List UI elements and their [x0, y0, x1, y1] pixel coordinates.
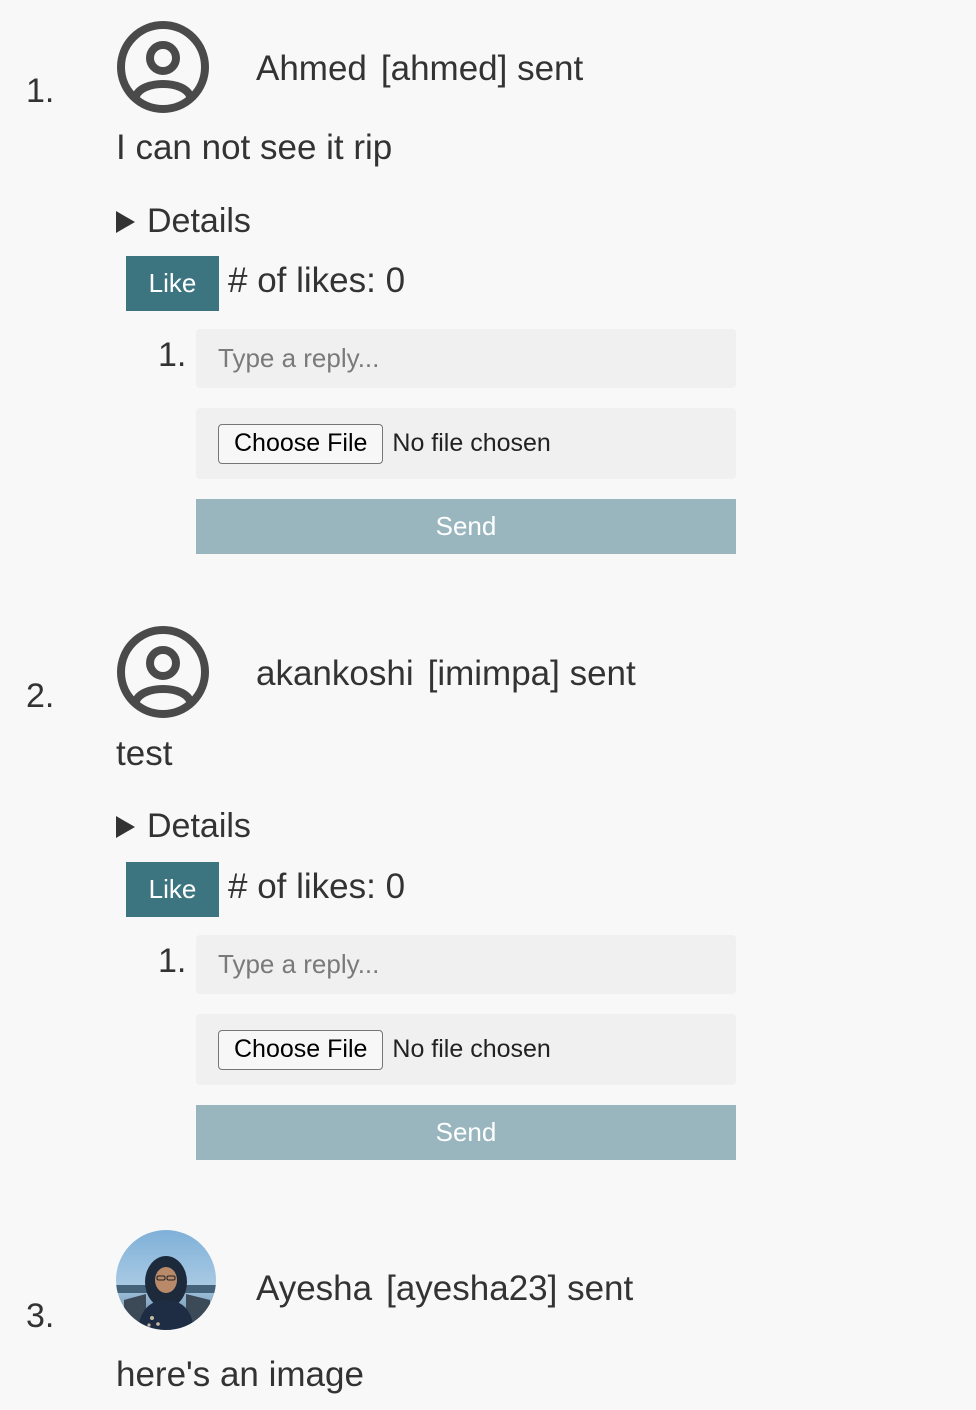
disclosure-triangle-icon — [116, 210, 135, 233]
like-button[interactable]: Like — [126, 862, 219, 917]
post-message: here's an image — [116, 1355, 364, 1394]
file-upload: Choose File No file chosen — [196, 1014, 736, 1085]
details-toggle[interactable]: Details — [116, 202, 251, 241]
like-button[interactable]: Like — [126, 256, 219, 311]
sender-line: Ahmed [ahmed] sent — [256, 49, 583, 89]
user-circle-icon — [116, 625, 210, 719]
likes-count: # of likes: 0 — [228, 866, 406, 906]
post-message: I can not see it rip — [116, 128, 393, 167]
post-number: 3. — [26, 1297, 55, 1335]
profile-photo — [116, 1230, 216, 1330]
details-toggle[interactable]: Details — [116, 807, 251, 846]
details-label: Details — [147, 807, 251, 845]
likes-count: # of likes: 0 — [228, 260, 406, 300]
author-name: Ayesha — [256, 1269, 373, 1308]
author-username: [imimpa] sent — [427, 654, 636, 693]
disclosure-triangle-icon — [116, 815, 135, 838]
reply-input[interactable] — [196, 329, 736, 388]
file-upload: Choose File No file chosen — [196, 408, 736, 479]
send-button[interactable]: Send — [196, 499, 736, 554]
user-circle-icon — [116, 20, 210, 114]
author-name: Ahmed — [256, 49, 367, 88]
file-status: No file chosen — [392, 1035, 551, 1063]
post-number: 2. — [26, 677, 55, 715]
like-row: Like # of likes: 0 — [126, 862, 405, 917]
sender-line: akankoshi [imimpa] sent — [256, 654, 636, 694]
like-row: Like # of likes: 0 — [126, 256, 405, 311]
post-number: 1. — [26, 72, 55, 110]
author-name: akankoshi — [256, 654, 414, 693]
choose-file-button[interactable]: Choose File — [218, 423, 384, 464]
details-label: Details — [147, 202, 251, 240]
post-list: 1. Ahmed [ahmed] sent I can not see it ri… — [0, 0, 976, 1410]
send-button[interactable]: Send — [196, 1105, 736, 1160]
author-username: [ayesha23] sent — [386, 1269, 634, 1308]
sender-line: Ayesha [ayesha23] sent — [256, 1269, 633, 1309]
file-status: No file chosen — [392, 429, 551, 457]
reply-number: 1. — [158, 336, 187, 374]
author-username: [ahmed] sent — [380, 49, 584, 88]
choose-file-button[interactable]: Choose File — [218, 1029, 384, 1070]
post-message: test — [116, 734, 173, 773]
reply-number: 1. — [158, 942, 187, 980]
reply-input[interactable] — [196, 935, 736, 994]
